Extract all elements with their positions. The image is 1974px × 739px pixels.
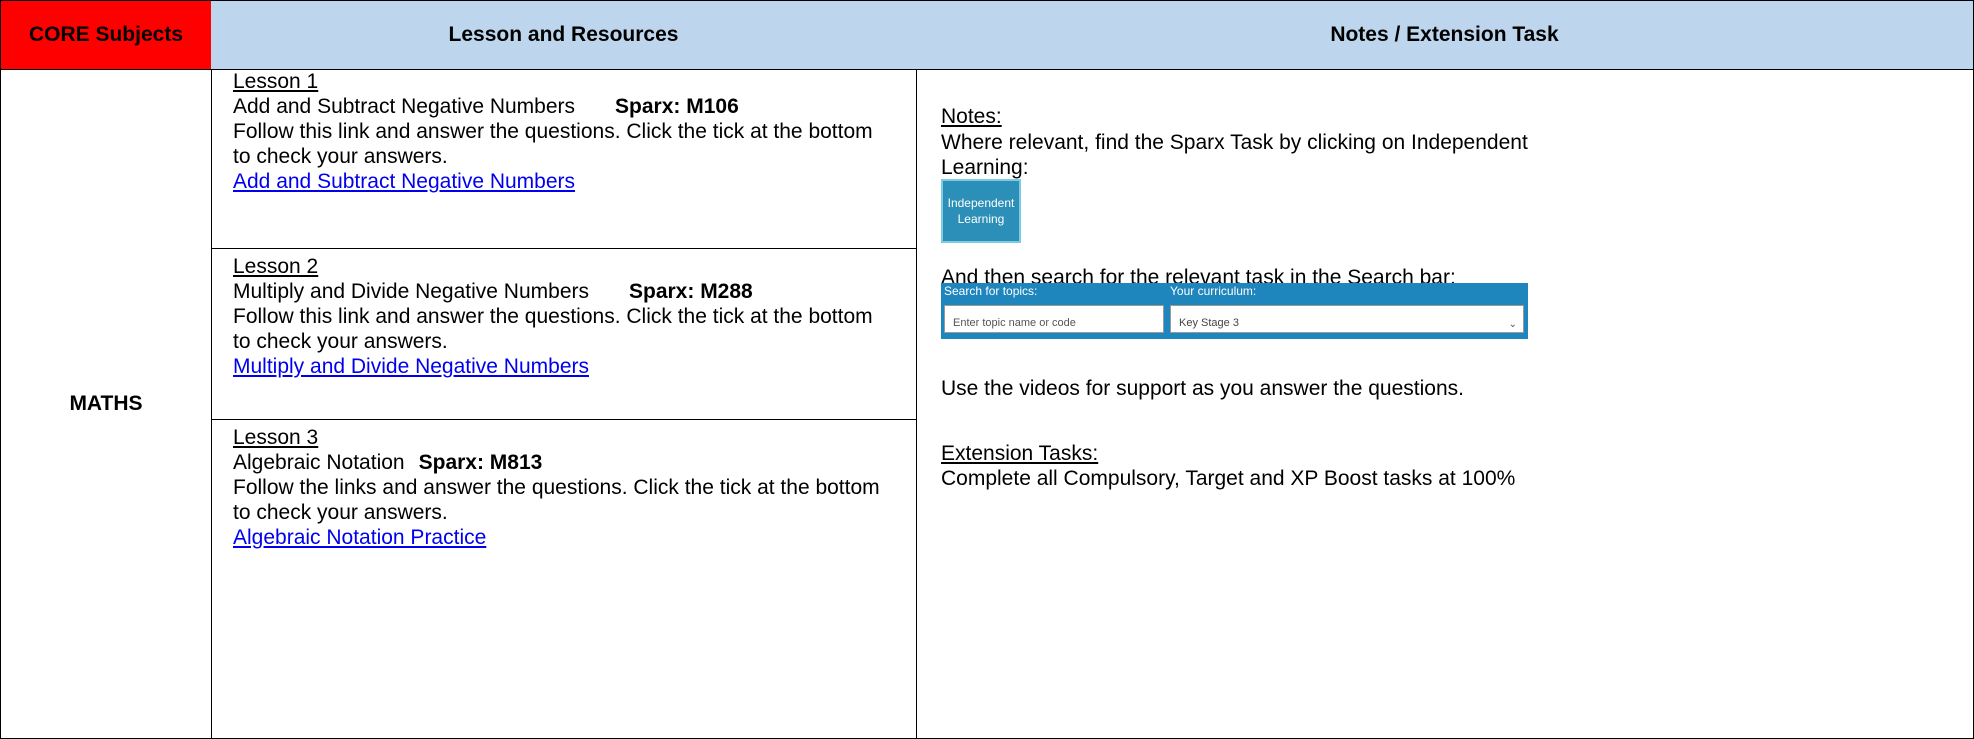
sparx-code: Sparx: M106 [615,95,739,118]
header-core-label: CORE Subjects [28,23,184,46]
lesson-name-line: Multiply and Divide Negative Numbers Spar… [233,279,916,304]
header-lesson-label: Lesson and Resources [448,23,679,46]
notes-cell: Notes: Where relevant, find the Sparx Ta… [916,69,1974,739]
lesson-instruction-cont: to check your answers. [233,330,448,353]
lesson-name-line: Add and Subtract Negative Numbers Sparx: … [233,94,916,119]
lesson-instruction-cont: to check your answers. [233,501,448,524]
extension-heading: Extension Tasks: [941,442,1099,465]
subject-label: MATHS [69,391,143,415]
button-label-line2: Learning [957,212,1005,226]
sparx-code: Sparx: M288 [629,280,753,303]
lesson-cell-1: Lesson 1 Add and Subtract Negative Numbe… [211,69,917,249]
chevron-down-icon: ⌄ [1508,319,1517,330]
lesson-instruction: Follow the links and answer the question… [233,476,880,499]
notes-heading: Notes: [941,105,1002,128]
videos-note: Use the videos for support as you answer… [941,377,1464,400]
header-notes-extension: Notes / Extension Task [916,0,1974,70]
lesson-link[interactable]: Algebraic Notation Practice [233,526,486,549]
header-core-subjects: CORE Subjects [0,0,212,70]
lesson-instruction-cont: to check your answers. [233,145,448,168]
independent-learning-button[interactable]: Independent Learning [941,179,1021,243]
notes-text: Where relevant, find the Sparx Task by c… [941,131,1528,154]
subject-cell: MATHS [0,69,212,739]
lesson-instruction: Follow this link and answer the question… [233,120,873,143]
sparx-code: Sparx: M813 [418,451,543,474]
lesson-title: Lesson 1 [233,70,319,93]
search-placeholder: Enter topic name or code [953,317,1076,329]
lesson-link[interactable]: Multiply and Divide Negative Numbers [233,355,589,378]
sparx-search-bar: Search for topics: Your curriculum: Ente… [941,283,1528,339]
lesson-title: Lesson 3 [233,426,319,449]
notes-text-cont: Learning: [941,156,1029,179]
curriculum-select[interactable]: Key Stage 3 ⌄ [1170,305,1524,333]
header-notes-label: Notes / Extension Task [1330,23,1559,46]
lesson-name: Algebraic Notation [233,451,405,474]
lesson-cell-3: Lesson 3 Algebraic Notation Sparx: M813 F… [211,419,917,739]
lesson-name: Add and Subtract Negative Numbers [233,95,576,118]
search-input[interactable]: Enter topic name or code [944,305,1164,333]
curriculum-label: Your curriculum: [1170,284,1257,298]
lesson-cell-2: Lesson 2 Multiply and Divide Negative Nu… [211,248,917,420]
lesson-title: Lesson 2 [233,255,319,278]
header-lesson-resources: Lesson and Resources [211,0,917,70]
extension-text: Complete all Compulsory, Target and XP B… [941,467,1516,490]
button-label-line1: Independent [947,196,1015,210]
lesson-name: Multiply and Divide Negative Numbers [233,280,589,303]
lesson-instruction: Follow this link and answer the question… [233,305,873,328]
lesson-name-line: Algebraic Notation Sparx: M813 [233,450,916,475]
curriculum-value: Key Stage 3 [1179,317,1239,329]
search-topics-label: Search for topics: [944,284,1038,298]
lesson-table: CORE Subjects Lesson and Resources Notes… [0,0,1974,739]
lesson-link[interactable]: Add and Subtract Negative Numbers [233,170,575,193]
